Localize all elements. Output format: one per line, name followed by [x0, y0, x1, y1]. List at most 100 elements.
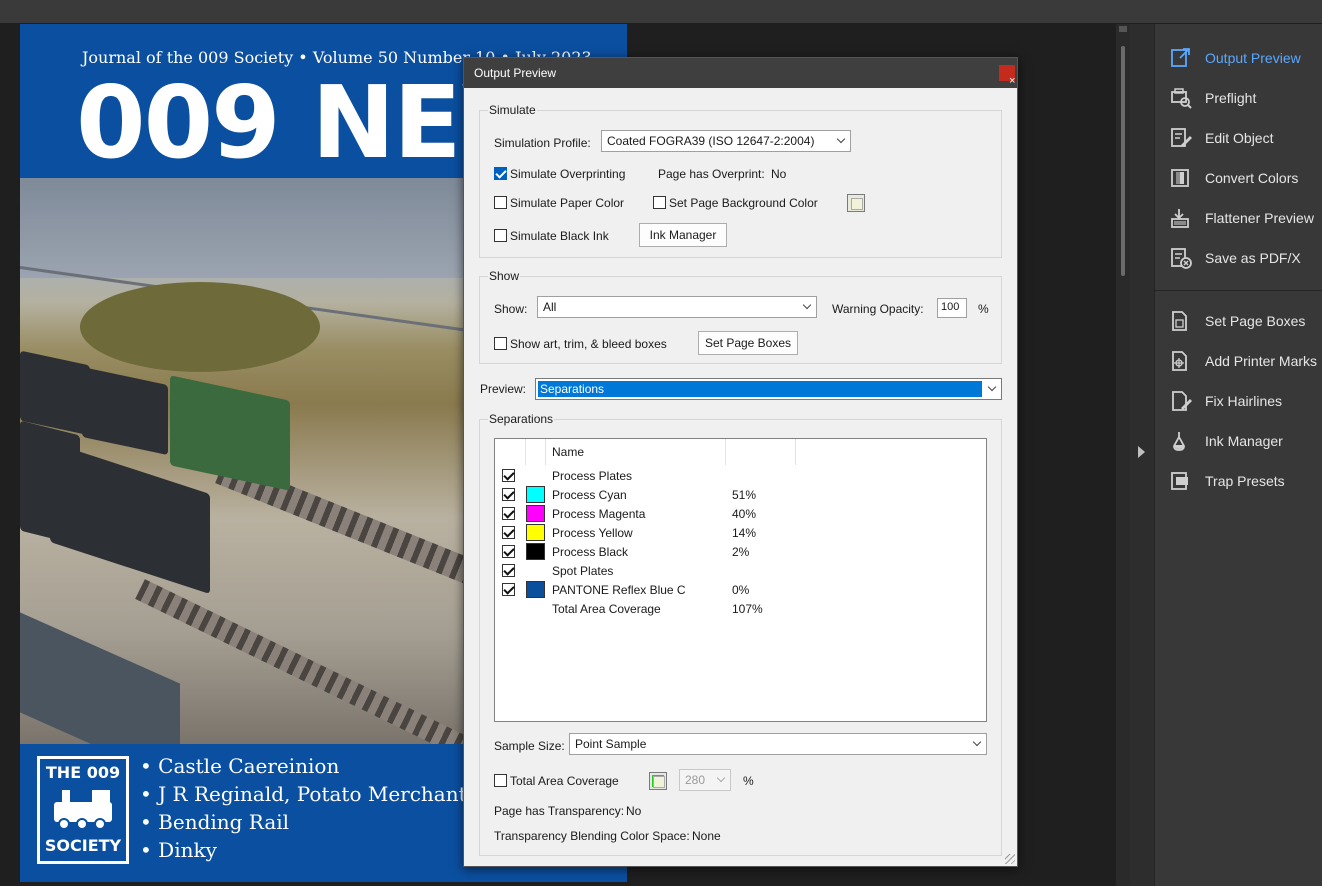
total-area-coverage-label[interactable]: Total Area Coverage — [510, 774, 619, 788]
close-button[interactable]: × — [999, 65, 1015, 87]
tool-label: Fix Hairlines — [1205, 393, 1283, 409]
tool-fix-hairlines[interactable]: Fix Hairlines — [1155, 383, 1322, 419]
resize-grip-icon[interactable] — [1005, 854, 1015, 864]
show-label: Show: — [494, 302, 528, 316]
show-boxes-label[interactable]: Show art, trim, & bleed boxes — [510, 337, 667, 351]
tac-value-select[interactable]: 280 — [679, 769, 731, 791]
simulate-black-ink-checkbox[interactable] — [494, 229, 507, 242]
tool-label: Output Preview — [1205, 50, 1301, 66]
scroll-up-icon[interactable] — [1119, 26, 1127, 32]
separation-row[interactable]: Process Cyan 51% — [495, 485, 986, 504]
simulation-profile-label: Simulation Profile: — [494, 136, 591, 150]
warning-opacity-unit: % — [978, 302, 989, 316]
set-page-boxes-button[interactable]: Set Page Boxes — [698, 331, 798, 355]
simulate-black-ink-label[interactable]: Simulate Black Ink — [510, 229, 609, 243]
chevron-down-icon — [987, 382, 997, 392]
panel-collapse-button[interactable] — [1130, 24, 1154, 886]
tool-add-printer-marks[interactable]: Add Printer Marks — [1155, 343, 1322, 379]
separation-checkbox[interactable] — [502, 583, 515, 596]
separation-checkbox[interactable] — [502, 469, 515, 482]
tool-ink-manager[interactable]: Ink Manager — [1155, 423, 1322, 459]
tool-label: Save as PDF/X — [1205, 250, 1301, 266]
tool-trap-presets[interactable]: Trap Presets — [1155, 463, 1322, 499]
set-page-bg-color-checkbox[interactable] — [653, 196, 666, 209]
simulate-overprinting-label[interactable]: Simulate Overprinting — [510, 167, 625, 181]
cyan-swatch — [526, 486, 545, 503]
tool-convert-colors[interactable]: Convert Colors — [1155, 160, 1322, 196]
top-toolbar — [0, 0, 1322, 24]
preflight-icon — [1169, 87, 1197, 109]
tool-label: Convert Colors — [1205, 170, 1299, 186]
separations-list[interactable]: Name Process Plates Process Cyan 51% Pro… — [494, 438, 987, 722]
column-name[interactable]: Name — [552, 445, 584, 459]
separation-row[interactable]: Total Area Coverage 107% — [495, 599, 986, 618]
logo-bottom-text: SOCIETY — [44, 836, 122, 855]
separation-checkbox[interactable] — [502, 526, 515, 539]
separation-checkbox[interactable] — [502, 488, 515, 501]
separation-name: Process Plates — [552, 469, 633, 483]
show-select[interactable]: All — [537, 296, 817, 318]
separation-row[interactable]: Process Magenta 40% — [495, 504, 986, 523]
page-transparency-label: Page has Transparency: — [494, 804, 625, 818]
separation-checkbox[interactable] — [502, 564, 515, 577]
photo-bushes — [80, 282, 320, 372]
ink-manager-button[interactable]: Ink Manager — [639, 223, 727, 247]
separation-checkbox[interactable] — [502, 507, 515, 520]
photo-wagon — [82, 366, 168, 456]
set-page-bg-color-label[interactable]: Set Page Background Color — [669, 196, 818, 210]
simulation-profile-value: Coated FOGRA39 (ISO 12647-2:2004) — [607, 134, 815, 148]
sample-size-select[interactable]: Point Sample — [569, 733, 987, 755]
dialog-title-bar[interactable]: Output Preview × — [464, 58, 1017, 88]
separation-row[interactable]: Process Yellow 14% — [495, 523, 986, 542]
chevron-down-icon — [836, 134, 846, 144]
show-value: All — [543, 300, 557, 314]
page-bg-color-swatch[interactable] — [847, 194, 865, 212]
separation-row[interactable]: Spot Plates — [495, 561, 986, 580]
warning-opacity-value: 100 — [941, 301, 960, 313]
tool-edit-object[interactable]: Edit Object — [1155, 120, 1322, 156]
separation-name: Process Magenta — [552, 507, 646, 521]
sample-size-value: Point Sample — [575, 737, 647, 751]
vertical-scrollbar[interactable] — [1116, 24, 1130, 886]
output-preview-icon — [1169, 47, 1197, 69]
blending-space-value: None — [692, 829, 721, 843]
scrollbar-thumb[interactable] — [1121, 46, 1125, 276]
show-boxes-checkbox[interactable] — [494, 337, 507, 350]
preview-select[interactable]: Separations — [535, 378, 1002, 400]
cover-bullets: • Castle Caereinion • J R Reginald, Pota… — [140, 752, 467, 864]
cover-bullet: • Castle Caereinion — [140, 754, 340, 778]
close-icon: × — [1009, 75, 1016, 87]
separation-name: Process Black — [552, 545, 629, 559]
tac-unit: % — [743, 774, 754, 788]
tool-set-page-boxes[interactable]: Set Page Boxes — [1155, 303, 1322, 339]
save-pdfx-icon — [1169, 247, 1197, 269]
simulate-overprinting-checkbox[interactable] — [494, 167, 507, 180]
simulate-paper-color-label[interactable]: Simulate Paper Color — [510, 196, 624, 210]
output-preview-dialog: Output Preview × Simulate Simulation Pro… — [463, 57, 1018, 867]
tool-output-preview[interactable]: Output Preview — [1155, 40, 1322, 76]
separations-header: Name — [495, 439, 986, 465]
show-group-label: Show — [488, 269, 521, 283]
magenta-swatch — [526, 505, 545, 522]
separation-name: PANTONE Reflex Blue C — [552, 583, 686, 597]
tac-color — [652, 775, 664, 787]
chevron-down-icon — [716, 773, 726, 783]
tool-flattener-preview[interactable]: Flattener Preview — [1155, 200, 1322, 236]
separation-row[interactable]: PANTONE Reflex Blue C 0% — [495, 580, 986, 599]
tac-color-swatch[interactable] — [649, 772, 667, 790]
separation-row[interactable]: Process Black 2% — [495, 542, 986, 561]
warning-opacity-input[interactable]: 100 — [937, 298, 967, 318]
pantone-swatch — [526, 581, 545, 598]
separation-row[interactable]: Process Plates — [495, 466, 986, 485]
blending-space-label: Transparency Blending Color Space: — [494, 829, 690, 843]
separation-checkbox[interactable] — [502, 545, 515, 558]
separation-percent: 40% — [732, 507, 757, 521]
yellow-swatch — [526, 524, 545, 541]
tool-save-as-pdfx[interactable]: Save as PDF/X — [1155, 240, 1322, 276]
simulate-paper-color-checkbox[interactable] — [494, 196, 507, 209]
page-transparency-value: No — [626, 804, 642, 818]
tool-label: Set Page Boxes — [1205, 313, 1306, 329]
simulation-profile-select[interactable]: Coated FOGRA39 (ISO 12647-2:2004) — [601, 130, 851, 152]
total-area-coverage-checkbox[interactable] — [494, 774, 507, 787]
tool-preflight[interactable]: Preflight — [1155, 80, 1322, 116]
